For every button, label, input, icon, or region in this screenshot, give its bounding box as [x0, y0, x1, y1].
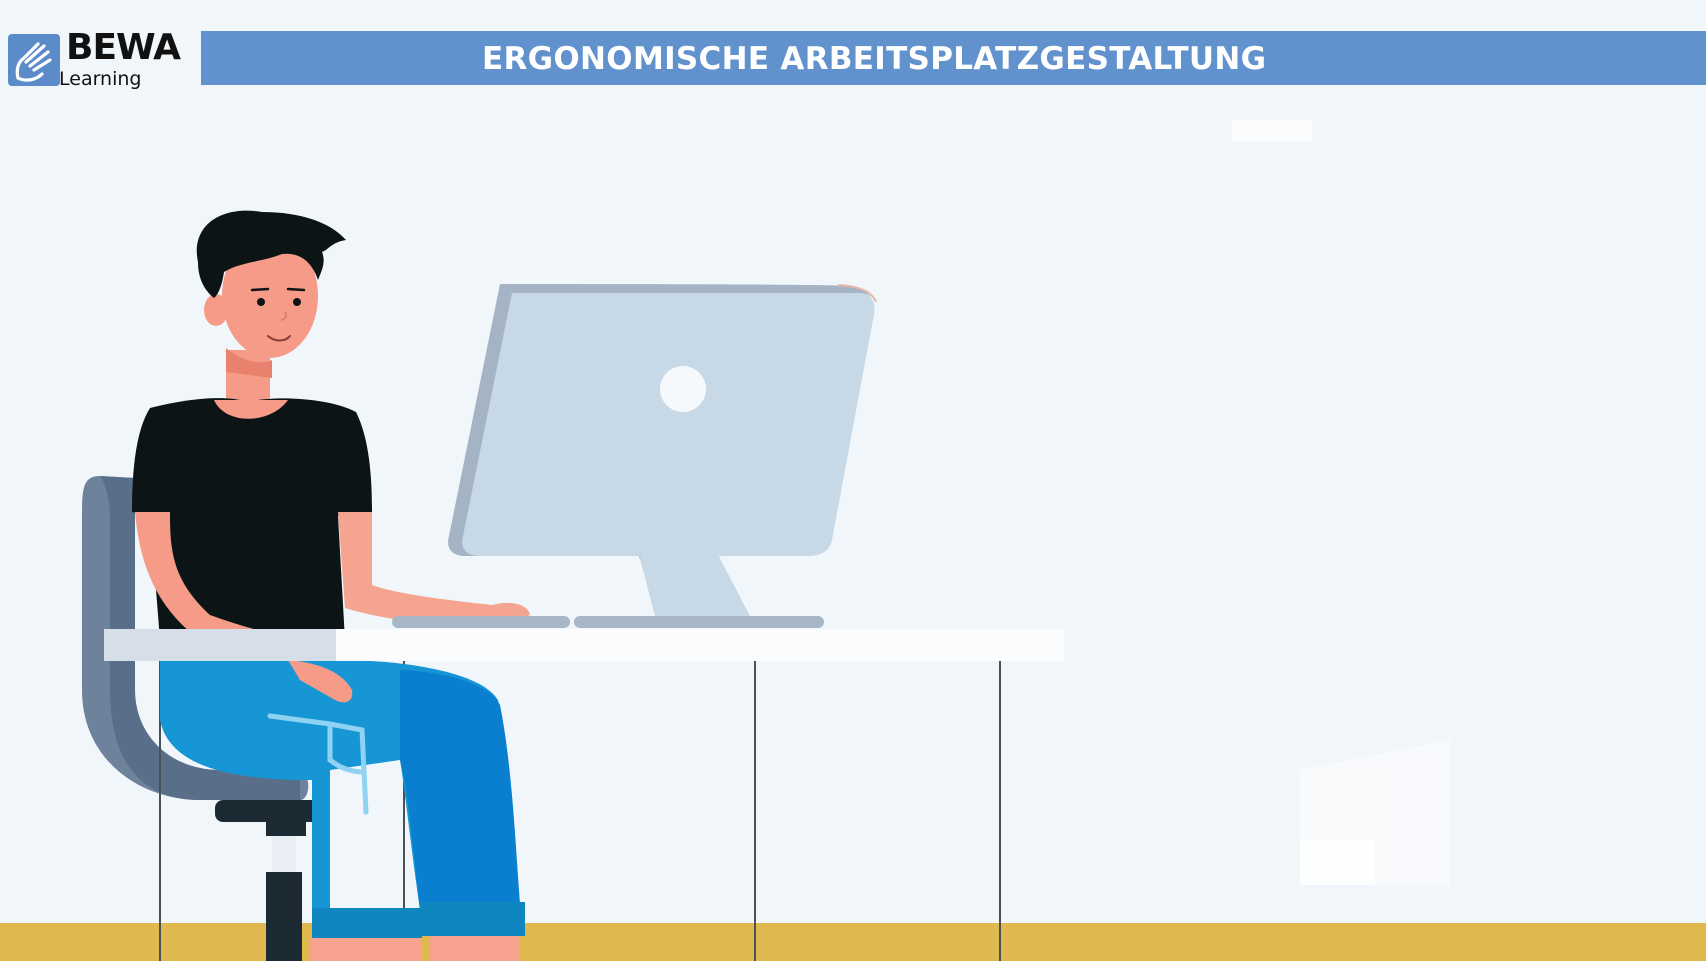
desktop-monitor-icon: [392, 284, 877, 628]
video-frame: BEWA Learning ERGONOMISCHE ARBEITSPLATZG…: [0, 0, 1706, 961]
workplace-illustration: [82, 120, 1450, 961]
desk-illustration: [104, 629, 1064, 661]
background-decoration: [1232, 120, 1450, 885]
seated-person-illustration: [132, 210, 530, 961]
